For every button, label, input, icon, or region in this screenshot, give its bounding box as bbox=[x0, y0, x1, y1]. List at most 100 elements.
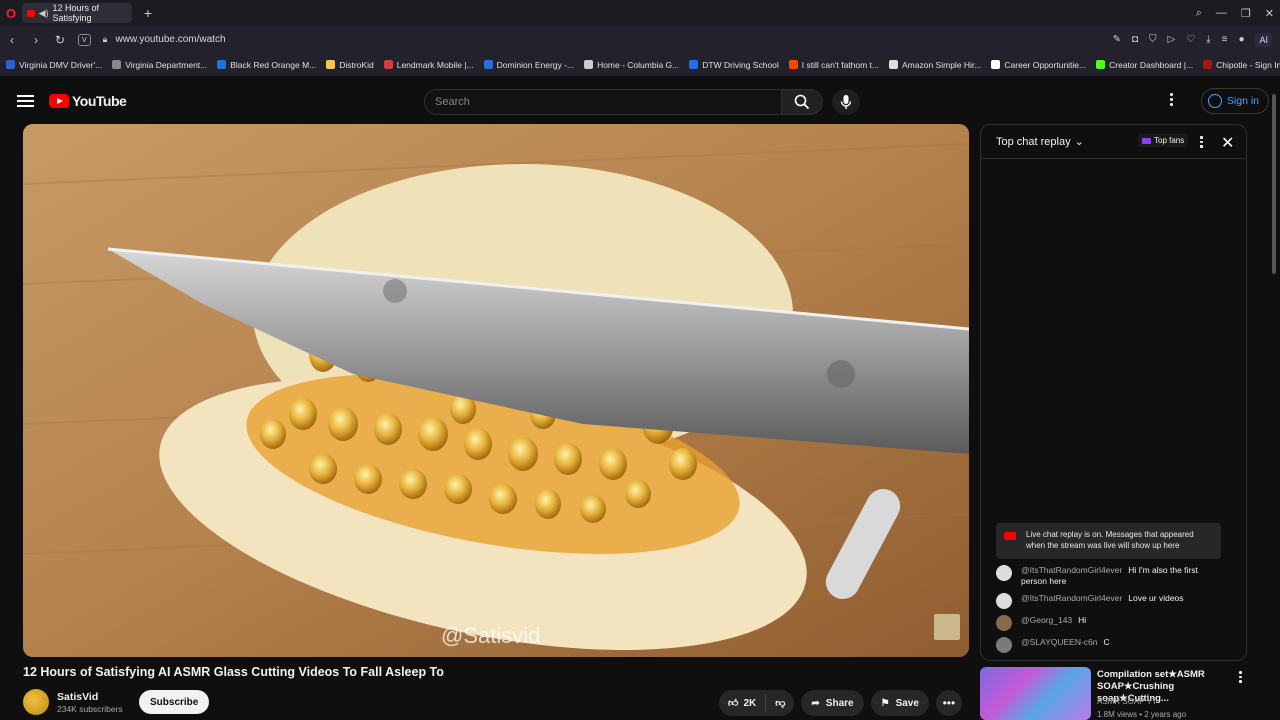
browser-tab-active[interactable]: ◀) 12 Hours of Satisfying bbox=[22, 3, 132, 23]
youtube-logo-text: YouTube bbox=[72, 93, 127, 109]
bookmark-item[interactable]: DistroKid bbox=[326, 59, 374, 70]
recommended-thumbnail[interactable] bbox=[980, 667, 1091, 720]
chat-author[interactable]: @SLAYQUEEN-c6n bbox=[1021, 637, 1098, 647]
speaker-icon[interactable]: ◀) bbox=[39, 8, 49, 19]
save-button[interactable]: ⚑ Save bbox=[870, 690, 929, 716]
bookmark-item[interactable]: Dominion Energy -... bbox=[483, 59, 575, 70]
recommended-more-icon[interactable] bbox=[1239, 671, 1242, 683]
bookmark-item[interactable]: Career Opportunitie... bbox=[991, 60, 1086, 70]
chat-message: @ItsThatRandomGirl4ever Hi I'm also the f… bbox=[996, 565, 1226, 587]
chat-author[interactable]: @ItsThatRandomGirl4ever bbox=[1021, 565, 1122, 575]
minimize-button[interactable]: — bbox=[1216, 7, 1227, 19]
bookmark-favicon-icon bbox=[689, 60, 699, 69]
bookmark-label: Career Opportunitie... bbox=[1004, 59, 1087, 70]
menu-icon[interactable]: ≡ bbox=[1222, 34, 1228, 45]
video-player[interactable]: @Satisvid bbox=[23, 124, 969, 657]
address-bar: ‹ › ↻ V 🔒︎ www.youtube.com/watch ✎ ◘ ⛉ ▷… bbox=[0, 26, 1280, 53]
video-title: 12 Hours of Satisfying AI ASMR Glass Cut… bbox=[23, 665, 444, 679]
share-button[interactable]: ➦ Share bbox=[801, 690, 864, 716]
more-actions-button[interactable]: ••• bbox=[935, 690, 962, 716]
like-dislike-group: 👍︎ 2K 👎︎ bbox=[719, 690, 795, 716]
like-button[interactable]: 👍︎ 2K bbox=[719, 694, 767, 712]
chat-avatar[interactable] bbox=[996, 593, 1012, 609]
heart-icon[interactable]: ♡ bbox=[1186, 34, 1195, 45]
share-label: Share bbox=[825, 697, 854, 709]
chat-author[interactable]: @Georg_143 bbox=[1021, 615, 1072, 625]
new-tab-button[interactable]: + bbox=[138, 3, 158, 23]
close-window-button[interactable]: ✕ bbox=[1265, 7, 1274, 20]
sign-in-button[interactable]: Sign in bbox=[1200, 88, 1269, 114]
browser-toolbar: ✎ ◘ ⛉ ▷ ♡ ⤓ ≡ ● AI bbox=[1113, 26, 1272, 53]
bookmark-favicon-icon bbox=[1203, 60, 1213, 69]
page-scrollbar[interactable] bbox=[1271, 86, 1277, 720]
chat-avatar[interactable] bbox=[996, 565, 1012, 581]
youtube-play-icon bbox=[49, 94, 69, 108]
settings-more-icon[interactable] bbox=[1170, 93, 1173, 106]
recommended-channel[interactable]: ASMR SOAP YT bbox=[1097, 697, 1157, 706]
bookmark-item[interactable]: Virginia DMV Driver'... bbox=[6, 60, 102, 70]
youtube-logo[interactable]: YouTube bbox=[49, 93, 127, 109]
channel-name[interactable]: SatisVid bbox=[57, 691, 123, 703]
camera-icon[interactable]: ◘ bbox=[1132, 34, 1138, 45]
chat-messages: @ItsThatRandomGirl4ever Hi I'm also the f… bbox=[996, 565, 1226, 659]
search-tabs-icon[interactable]: ⌕ bbox=[1196, 7, 1202, 20]
bookmark-item[interactable]: I still can't fathom t... bbox=[788, 59, 880, 70]
close-chat-icon[interactable]: ✕ bbox=[1221, 133, 1234, 153]
subscribe-button[interactable]: Subscribe bbox=[139, 690, 210, 714]
window-controls: ⌕ — ❐ ✕ bbox=[1196, 0, 1274, 26]
bookmark-item[interactable]: Virginia Department... bbox=[112, 60, 207, 70]
bookmark-item[interactable]: Creator Dashboard |... bbox=[1096, 60, 1193, 70]
chat-more-icon[interactable] bbox=[1200, 136, 1203, 148]
dislike-button[interactable]: 👎︎ bbox=[766, 697, 794, 709]
lock-icon[interactable]: 🔒︎ bbox=[103, 34, 108, 45]
bookmark-label: Black Red Orange M... bbox=[230, 59, 317, 70]
bookmark-label: I still can't fathom t... bbox=[801, 59, 880, 70]
reload-icon[interactable]: ↻ bbox=[54, 33, 66, 47]
bookmark-item[interactable]: Home - Columbia G... bbox=[584, 60, 679, 70]
chat-avatar[interactable] bbox=[996, 615, 1012, 631]
bookmark-favicon-icon bbox=[991, 60, 1001, 69]
channel-watermark-icon[interactable] bbox=[934, 614, 960, 640]
edit-icon[interactable]: ✎ bbox=[1113, 34, 1121, 45]
ai-button[interactable]: AI bbox=[1255, 32, 1272, 47]
thumbs-up-icon: 👍︎ bbox=[728, 698, 739, 709]
bookmarks-bar: Virginia DMV Driver'... Virginia Departme… bbox=[0, 53, 1280, 77]
channel-info: SatisVid 234K subscribers bbox=[23, 689, 123, 715]
back-icon[interactable]: ‹ bbox=[6, 33, 18, 47]
chat-message: @Georg_143 Hi bbox=[996, 615, 1226, 631]
voice-search-button[interactable] bbox=[832, 89, 860, 115]
recommended-video[interactable]: Compilation set★ASMR SOAP★Crushing soap★… bbox=[980, 667, 1247, 720]
bookmark-favicon-icon bbox=[483, 60, 493, 69]
opera-logo-icon[interactable]: O bbox=[0, 6, 22, 21]
bookmark-item[interactable]: Amazon Simple Hir... bbox=[889, 60, 981, 70]
search-button[interactable] bbox=[781, 89, 823, 115]
video-watermark: @Satisvid bbox=[441, 623, 541, 648]
profile-icon[interactable]: ● bbox=[1238, 34, 1244, 45]
chat-avatar[interactable] bbox=[996, 637, 1012, 653]
live-chat-panel: Top chat replay ⌄ Top fans ✕ Live chat r… bbox=[980, 124, 1247, 661]
bookmark-label: Dominion Energy -... bbox=[496, 59, 575, 70]
top-fans-label: Top fans bbox=[1154, 136, 1185, 145]
search-input[interactable] bbox=[435, 96, 771, 108]
url-field[interactable]: www.youtube.com/watch bbox=[115, 34, 225, 45]
bookmark-item[interactable]: DTW Driving School bbox=[689, 60, 779, 70]
shield-icon[interactable]: ⛉ bbox=[1149, 34, 1157, 45]
channel-avatar[interactable] bbox=[23, 689, 49, 715]
browser-tab-bar: O ◀) 12 Hours of Satisfying + ⌕ — ❐ ✕ bbox=[0, 0, 1280, 26]
bookmark-item[interactable]: Lendmark Mobile |... bbox=[383, 60, 474, 70]
chat-author[interactable]: @ItsThatRandomGirl4ever bbox=[1021, 593, 1122, 603]
top-fans-button[interactable]: Top fans bbox=[1138, 134, 1189, 147]
download-icon[interactable]: ⤓ bbox=[1206, 34, 1210, 45]
bookmark-item[interactable]: Chipotle - Sign In bbox=[1203, 60, 1280, 70]
vpn-badge[interactable]: V bbox=[78, 33, 91, 46]
chat-mode-dropdown[interactable]: Top chat replay ⌄ bbox=[996, 135, 1084, 149]
bookmark-favicon-icon bbox=[6, 60, 15, 69]
forward-icon[interactable]: › bbox=[30, 33, 42, 47]
bookmark-label: DistroKid bbox=[339, 59, 374, 70]
top-fans-icon bbox=[1142, 137, 1151, 144]
restore-button[interactable]: ❐ bbox=[1241, 7, 1251, 20]
play-icon[interactable]: ▷ bbox=[1168, 34, 1176, 45]
recommended-meta: 1.8M views • 2 years ago bbox=[1097, 710, 1187, 719]
hamburger-menu-icon[interactable] bbox=[17, 95, 34, 107]
bookmark-item[interactable]: Black Red Orange M... bbox=[217, 60, 316, 70]
